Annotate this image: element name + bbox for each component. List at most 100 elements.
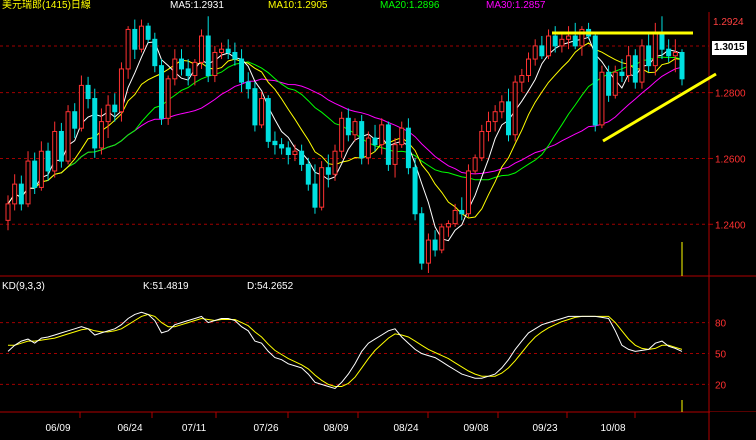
candle-body bbox=[65, 111, 71, 162]
candle-body bbox=[652, 32, 658, 67]
candle-body bbox=[619, 71, 625, 77]
candle-body bbox=[219, 48, 225, 53]
candle-body bbox=[546, 35, 552, 57]
candle-body bbox=[526, 58, 532, 77]
current-price-tag: 1.3015 bbox=[712, 41, 747, 55]
candle-body bbox=[125, 28, 131, 70]
candle-body bbox=[319, 167, 325, 208]
candle-body bbox=[419, 213, 425, 264]
k-value-label: K:51.4819 bbox=[143, 281, 189, 292]
price-tick-label: 1.2600 bbox=[715, 154, 746, 165]
candle-body bbox=[612, 71, 618, 96]
candle-body bbox=[452, 209, 458, 225]
price-tick-label: 1.2400 bbox=[715, 220, 746, 231]
candle-body bbox=[98, 121, 104, 149]
kd-title: KD(9,3,3) bbox=[2, 281, 45, 292]
candle-body bbox=[352, 121, 358, 136]
candle-body bbox=[179, 58, 185, 70]
candle-body bbox=[492, 111, 498, 123]
candle-body bbox=[439, 226, 445, 251]
candle-body bbox=[485, 121, 491, 132]
candle-body bbox=[279, 144, 285, 149]
candle-body bbox=[112, 104, 118, 113]
candle-body bbox=[632, 55, 638, 83]
candle-body bbox=[32, 160, 38, 188]
candle-body bbox=[479, 130, 485, 159]
candle-body bbox=[252, 88, 258, 126]
candle-body bbox=[118, 68, 124, 113]
candle-body bbox=[552, 35, 558, 47]
candle-body bbox=[158, 65, 164, 119]
candle-body bbox=[359, 121, 365, 159]
k-line bbox=[7, 311, 683, 390]
candle-body bbox=[472, 157, 478, 172]
candle-body bbox=[145, 25, 151, 40]
candle-body bbox=[105, 104, 111, 123]
candle-body bbox=[532, 45, 538, 60]
candle-body bbox=[45, 150, 51, 172]
kd-tick-label: 80 bbox=[715, 319, 727, 330]
candle-body bbox=[285, 147, 291, 156]
candle-body bbox=[499, 101, 505, 113]
candle-body bbox=[659, 32, 665, 50]
candle-body bbox=[78, 84, 84, 129]
candle-body bbox=[626, 55, 632, 77]
candle-body bbox=[385, 124, 391, 165]
candle-body bbox=[165, 78, 171, 119]
candle-body bbox=[5, 203, 11, 221]
candle-body bbox=[392, 144, 398, 165]
candle-body bbox=[272, 140, 278, 146]
price-max-label: 1.2924 bbox=[713, 17, 744, 28]
ma5-label: MA5:1.2931 bbox=[170, 0, 224, 11]
date-tick-label: 09/23 bbox=[532, 423, 557, 434]
ma5-line bbox=[7, 36, 683, 242]
candle-body bbox=[666, 48, 672, 57]
candle-body bbox=[312, 183, 318, 208]
candle-body bbox=[265, 98, 271, 142]
candle-body bbox=[92, 98, 98, 149]
candle-body bbox=[512, 81, 518, 136]
candle-body bbox=[399, 127, 405, 146]
candle-body bbox=[646, 45, 652, 67]
corner-box bbox=[710, 412, 756, 440]
candle-body bbox=[18, 183, 24, 205]
date-tick-label: 09/08 bbox=[463, 423, 488, 434]
ma20-line bbox=[7, 56, 683, 205]
d-line bbox=[8, 313, 683, 387]
candle-body bbox=[245, 81, 251, 90]
date-tick-label: 06/24 bbox=[117, 423, 142, 434]
date-tick-label: 07/11 bbox=[182, 423, 207, 434]
candle-body bbox=[152, 38, 158, 67]
ma30-label: MA30:1.2857 bbox=[486, 0, 546, 11]
candle-body bbox=[606, 71, 612, 96]
candle-body bbox=[539, 45, 545, 57]
candle-body bbox=[639, 45, 645, 83]
date-tick-label: 07/26 bbox=[253, 423, 278, 434]
candle-body bbox=[299, 150, 305, 165]
candle-body bbox=[205, 35, 211, 77]
candle-body bbox=[566, 35, 572, 40]
candle-body bbox=[138, 25, 144, 50]
candle-body bbox=[72, 111, 78, 129]
candle-body bbox=[432, 239, 438, 251]
symbol-title: 美元瑞郎(1415)日線 bbox=[2, 0, 91, 11]
candle-body bbox=[345, 117, 351, 136]
candle-body bbox=[592, 35, 598, 126]
candle-body bbox=[232, 51, 238, 60]
candle-body bbox=[38, 150, 44, 188]
kd-tick-label: 20 bbox=[715, 380, 727, 391]
date-tick-label: 06/09 bbox=[45, 423, 70, 434]
date-tick-label: 10/08 bbox=[600, 423, 625, 434]
date-tick-label: 08/24 bbox=[393, 423, 418, 434]
candle-body bbox=[239, 58, 245, 83]
candle-body bbox=[559, 38, 565, 47]
candle-body bbox=[465, 170, 471, 215]
candle-body bbox=[292, 150, 298, 156]
candle-body bbox=[412, 167, 418, 215]
candle-body bbox=[679, 51, 685, 80]
candle-body bbox=[365, 137, 371, 159]
candle-body bbox=[519, 75, 525, 83]
candle-body bbox=[85, 84, 91, 100]
candle-body bbox=[305, 163, 311, 185]
candle-body bbox=[52, 130, 58, 172]
